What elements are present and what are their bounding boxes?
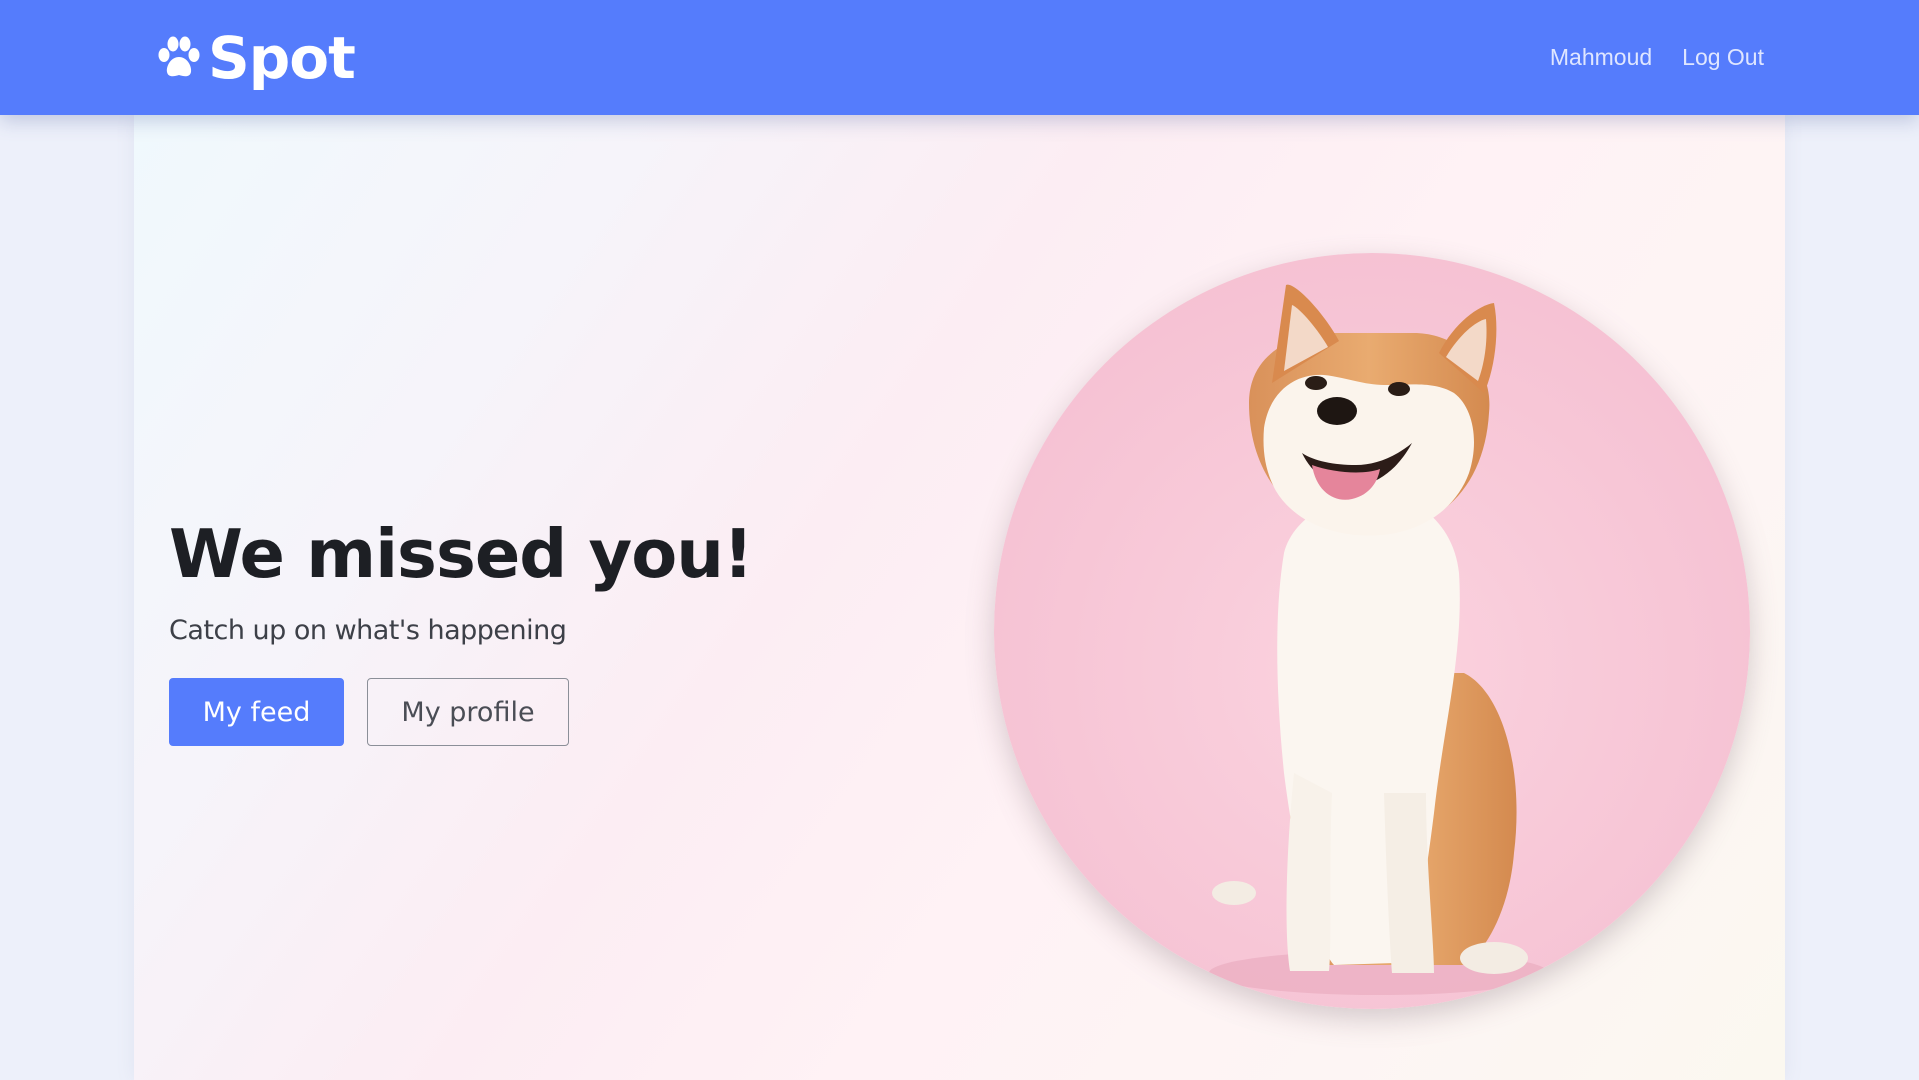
my-feed-button[interactable]: My feed <box>169 678 344 746</box>
top-navbar: Spot Mahmoud Log Out <box>0 0 1919 115</box>
hero-subheadline: Catch up on what's happening <box>169 615 567 646</box>
nav-link-logout[interactable]: Log Out <box>1682 44 1764 71</box>
hero-headline: We missed you! <box>169 515 754 593</box>
hero-section: We missed you! Catch up on what's happen… <box>134 115 1785 1080</box>
brand-name: Spot <box>208 24 356 92</box>
brand-logo-link[interactable]: Spot <box>156 18 356 98</box>
nav-links: Mahmoud Log Out <box>1550 0 1764 115</box>
dog-photo <box>994 253 1750 1009</box>
my-profile-button[interactable]: My profile <box>367 678 569 746</box>
paw-icon <box>156 35 202 81</box>
nav-link-username[interactable]: Mahmoud <box>1550 44 1652 71</box>
